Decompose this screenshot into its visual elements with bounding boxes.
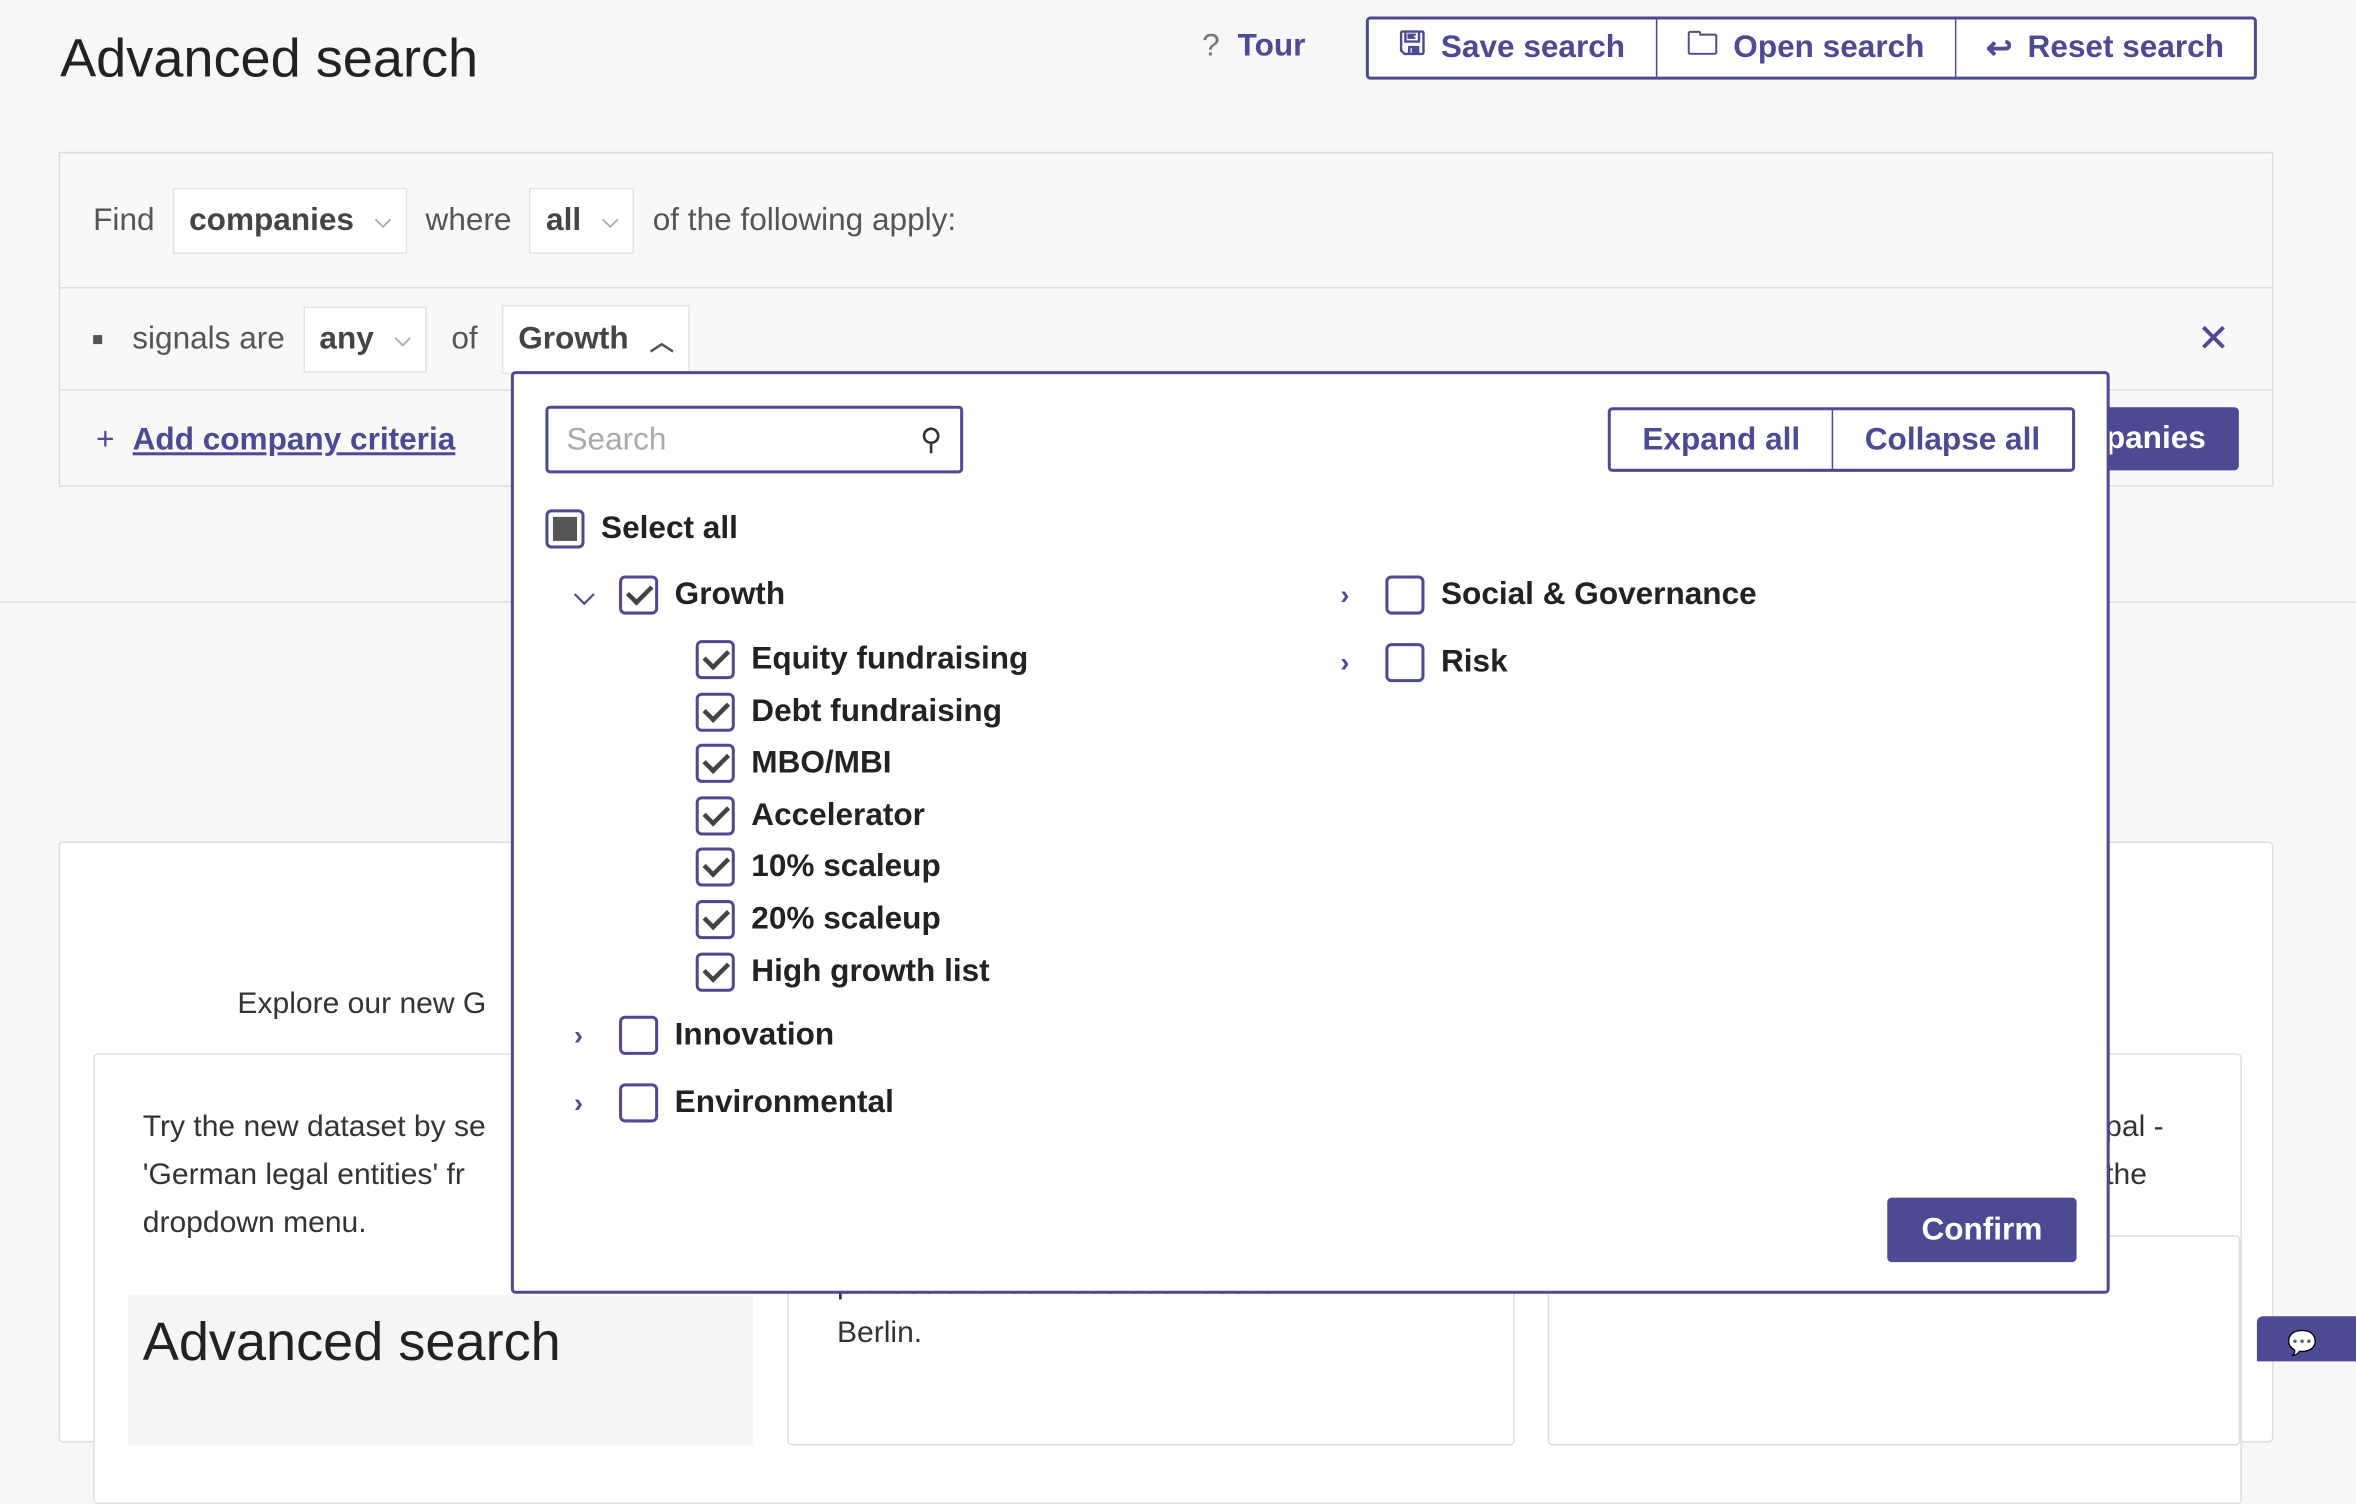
search-actions: 🖫 Save search 🗀 Open search ↩ Reset search <box>1365 16 2258 80</box>
find-label: Find <box>93 202 155 237</box>
entity-select[interactable]: companies ⌵ <box>172 187 408 254</box>
signal-option[interactable]: Equity fundraising <box>695 639 1028 681</box>
open-search-button[interactable]: 🗀 Open search <box>1657 19 1957 77</box>
signal-checkbox[interactable] <box>695 640 735 680</box>
signal-option[interactable]: 10% scaleup <box>695 847 941 889</box>
signals-label: signals are <box>132 320 285 356</box>
undo-icon: ↩ <box>1986 30 2013 66</box>
search-icon: ⚲ <box>920 423 943 457</box>
chevron-right-icon[interactable]: › <box>1340 579 1385 611</box>
match-select[interactable]: all ⌵ <box>529 187 635 254</box>
group-environmental: › Environmental <box>574 1082 894 1124</box>
signal-option[interactable]: MBO/MBI <box>695 743 892 785</box>
remove-criteria-icon[interactable]: ✕ <box>2197 316 2230 363</box>
confirm-button[interactable]: Confirm <box>1887 1197 2077 1263</box>
plus-icon: + <box>96 421 115 457</box>
chevron-up-icon: ︿ <box>649 329 674 356</box>
expand-collapse-group: Expand all Collapse all <box>1607 407 2075 472</box>
signals-dropdown: Search ⚲ Expand all Collapse all Select a… <box>510 371 2110 1294</box>
signal-checkbox[interactable] <box>695 796 735 836</box>
explore-text: Explore our new G <box>237 987 487 1021</box>
tail-label: of the following apply: <box>652 202 957 237</box>
chevron-down-icon[interactable]: ⌵ <box>574 579 619 611</box>
signal-checkbox[interactable] <box>695 952 735 992</box>
innovation-checkbox[interactable] <box>619 1015 659 1055</box>
signal-checkbox[interactable] <box>695 900 735 940</box>
help-icon: ? <box>1202 28 1220 64</box>
signal-option[interactable]: Accelerator <box>695 795 925 837</box>
collapse-all-button[interactable]: Collapse all <box>1833 410 2071 469</box>
chevron-right-icon[interactable]: › <box>1340 647 1385 679</box>
signals-mode-select[interactable]: any ⌵ <box>302 305 428 372</box>
signal-checkbox[interactable] <box>695 744 735 784</box>
of-label: of <box>451 320 478 356</box>
right-line: pal - <box>2105 1110 2164 1144</box>
add-criteria-link[interactable]: Add company criteria <box>133 421 456 457</box>
select-all-checkbox[interactable] <box>545 509 585 549</box>
chevron-right-icon[interactable]: › <box>574 1020 619 1052</box>
preview-title: Advanced search <box>142 1310 561 1372</box>
environmental-checkbox[interactable] <box>619 1083 659 1123</box>
group-social-governance: › Social & Governance <box>1340 574 1757 616</box>
select-all[interactable]: Select all <box>545 508 738 550</box>
try-line: dropdown menu. <box>142 1206 367 1240</box>
chevron-down-icon: ⌵ <box>602 207 619 232</box>
signal-option[interactable]: High growth list <box>695 951 990 993</box>
chat-button[interactable]: 💬 <box>2256 1316 2356 1362</box>
group-risk: › Risk <box>1340 642 1508 684</box>
reset-search-button[interactable]: ↩ Reset search <box>1956 20 2254 77</box>
right-line: the <box>2105 1158 2147 1192</box>
dropdown-search-input[interactable]: Search ⚲ <box>545 405 964 474</box>
chevron-down-icon: ⌵ <box>375 207 391 232</box>
signal-checkbox[interactable] <box>695 692 735 732</box>
risk-checkbox[interactable] <box>1385 643 1425 683</box>
example-line: Berlin. <box>836 1316 923 1350</box>
group-innovation: › Innovation <box>574 1014 834 1056</box>
try-line: 'German legal entities' fr <box>142 1158 465 1192</box>
save-icon: 🖫 <box>1398 26 1426 61</box>
page-title: Advanced search <box>60 27 479 89</box>
growth-checkbox[interactable] <box>619 575 659 615</box>
signal-option[interactable]: 20% scaleup <box>695 899 941 941</box>
signals-value-select[interactable]: Growth ︿ <box>501 304 691 374</box>
chevron-right-icon[interactable]: › <box>574 1087 619 1119</box>
try-line: Try the new dataset by se <box>142 1110 486 1144</box>
expand-all-button[interactable]: Expand all <box>1611 410 1834 469</box>
save-search-button[interactable]: 🖫 Save search <box>1369 19 1657 77</box>
preview-box: Advanced search <box>127 1295 753 1446</box>
bullet <box>93 334 103 344</box>
folder-icon: 🗀 <box>1686 26 1719 61</box>
signal-checkbox[interactable] <box>695 848 735 888</box>
social-governance-checkbox[interactable] <box>1385 575 1425 615</box>
signal-option[interactable]: Debt fundraising <box>695 691 1002 733</box>
where-label: where <box>425 202 512 237</box>
chevron-down-icon: ⌵ <box>394 326 411 351</box>
tour-button[interactable]: ? Tour <box>1202 29 1305 65</box>
group-growth: ⌵ Growth <box>574 574 785 616</box>
chat-icon: 💬 <box>2286 1331 2317 1357</box>
